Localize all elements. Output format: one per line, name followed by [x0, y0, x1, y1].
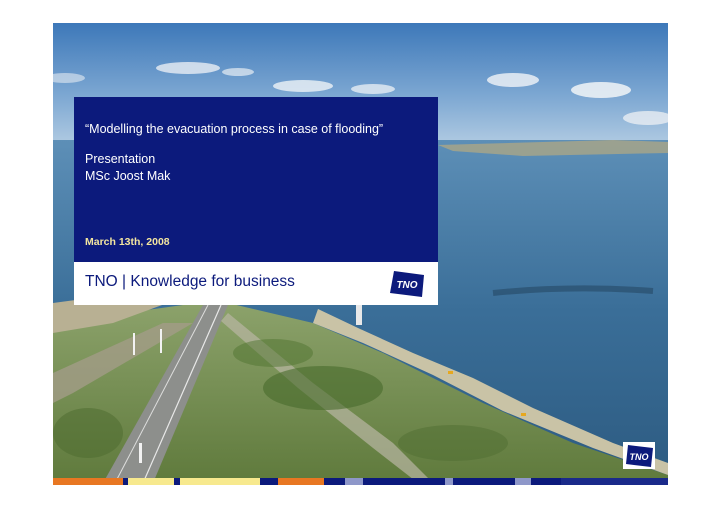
- presenter-name: MSc Joost Mak: [85, 169, 171, 183]
- corner-logo-frame: TNO: [623, 442, 655, 469]
- tno-logo-text: TNO: [396, 280, 417, 291]
- bottom-color-strip: [53, 478, 668, 485]
- tno-corner-logo-text: TNO: [630, 452, 649, 462]
- tagline-panel: TNO | Knowledge for business TNO: [74, 262, 438, 305]
- presentation-date: March 13th, 2008: [85, 236, 170, 248]
- tno-logo-icon: TNO: [390, 271, 424, 297]
- presentation-title: “Modelling the evacuation process in cas…: [85, 122, 384, 136]
- slide-canvas: “Modelling the evacuation process in cas…: [53, 23, 668, 483]
- company-tagline: TNO | Knowledge for business: [85, 273, 295, 290]
- tno-corner-logo-icon: TNO: [626, 445, 653, 467]
- presentation-subtitle: Presentation: [85, 152, 156, 166]
- title-panel: “Modelling the evacuation process in cas…: [74, 97, 438, 262]
